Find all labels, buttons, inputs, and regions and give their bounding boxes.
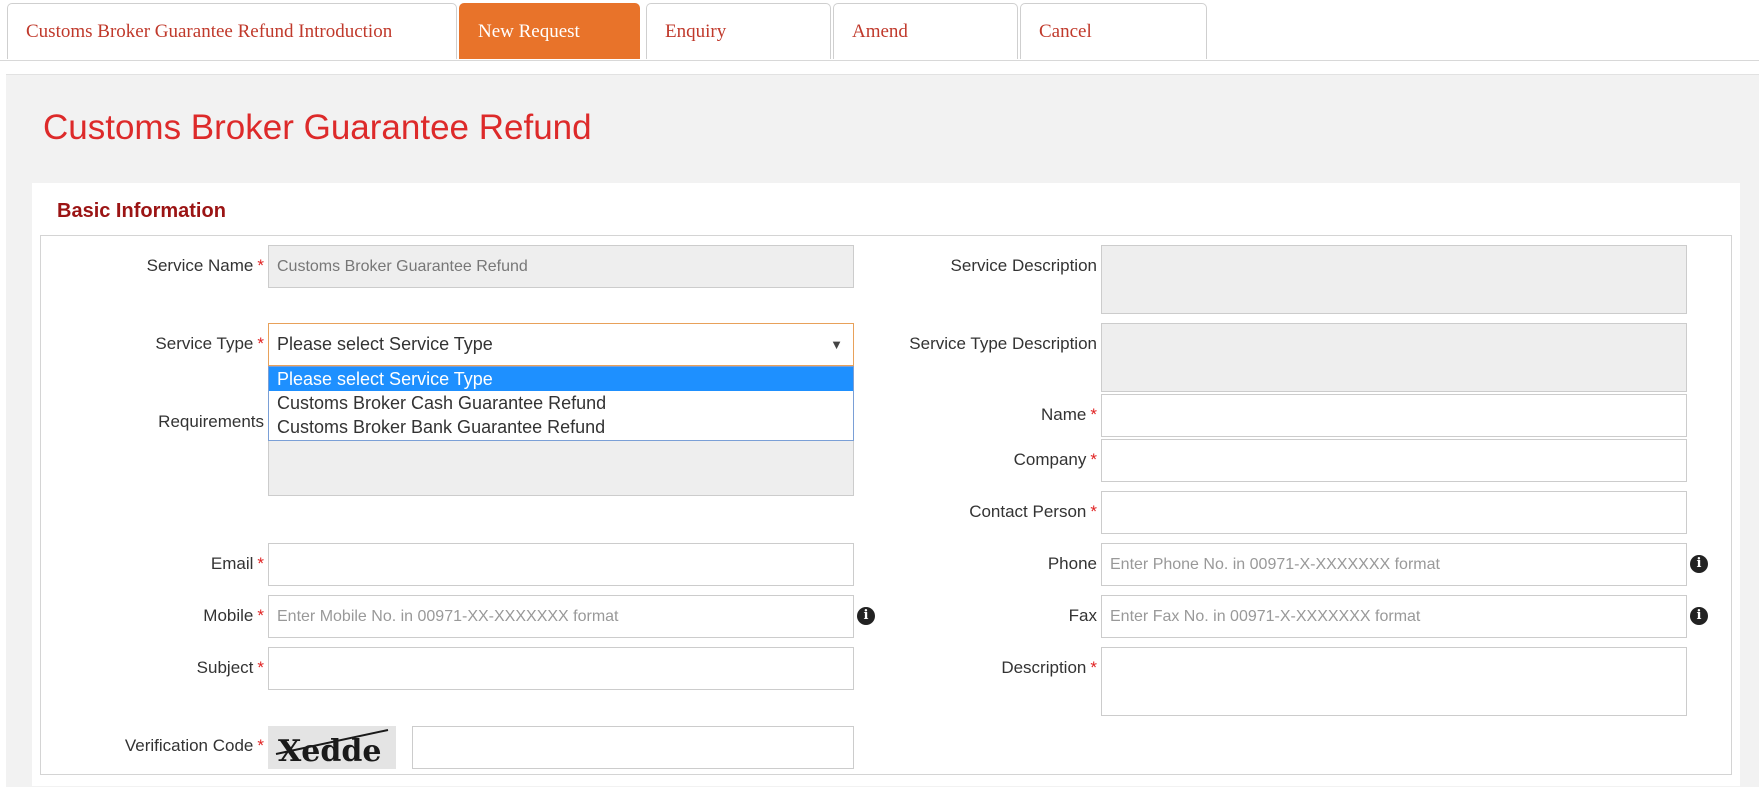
phone-label: Phone <box>1047 554 1097 573</box>
service-name-label: Service Name * <box>146 256 264 275</box>
info-icon[interactable]: i <box>1690 555 1708 573</box>
service-name-field: Customs Broker Guarantee Refund <box>268 245 854 288</box>
requirements-label: Requirements <box>158 412 264 431</box>
tab-cancel[interactable]: Cancel <box>1020 3 1207 59</box>
email-label: Email * <box>210 554 264 573</box>
info-icon[interactable]: i <box>1690 607 1708 625</box>
description-label: Description * <box>1001 658 1097 677</box>
name-label: Name * <box>1041 405 1097 424</box>
contact-person-label: Contact Person * <box>969 502 1097 521</box>
service-description-field <box>1101 245 1687 314</box>
tab-introduction[interactable]: Customs Broker Guarantee Refund Introduc… <box>7 3 457 59</box>
tab-new-request[interactable]: New Request <box>459 3 640 59</box>
service-type-option[interactable]: Customs Broker Bank Guarantee Refund <box>269 415 853 439</box>
service-type-dropdown: Please select Service Type Customs Broke… <box>268 366 854 441</box>
company-input[interactable] <box>1101 439 1687 482</box>
company-label: Company * <box>1013 450 1097 469</box>
chevron-down-icon: ▼ <box>830 337 843 352</box>
description-input[interactable] <box>1101 647 1687 716</box>
svg-text:Xedde: Xedde <box>278 734 381 769</box>
service-description-label: Service Description <box>950 256 1097 275</box>
tab-bar: Customs Broker Guarantee Refund Introduc… <box>0 0 1759 61</box>
captcha-image-art: Xedde <box>275 729 389 769</box>
verification-code-label: Verification Code * <box>124 736 264 755</box>
captcha-image: Xedde <box>268 726 396 769</box>
subject-label: Subject * <box>196 658 264 677</box>
service-type-option[interactable]: Please select Service Type <box>269 367 853 391</box>
service-type-description-field <box>1101 323 1687 392</box>
name-input[interactable] <box>1101 394 1687 437</box>
tab-enquiry[interactable]: Enquiry <box>646 3 831 59</box>
section-title: Basic Information <box>57 200 226 222</box>
service-type-description-label: Service Type Description <box>909 334 1097 353</box>
fax-label: Fax <box>1068 606 1097 625</box>
fax-input[interactable]: Enter Fax No. in 00971-X-XXXXXXX format <box>1101 595 1687 638</box>
info-icon[interactable]: i <box>857 607 875 625</box>
service-type-label: Service Type * <box>155 334 264 353</box>
verification-code-input[interactable] <box>412 726 854 769</box>
phone-input[interactable]: Enter Phone No. in 00971-X-XXXXXXX forma… <box>1101 543 1687 586</box>
contact-person-input[interactable] <box>1101 491 1687 534</box>
subject-input[interactable] <box>268 647 854 690</box>
mobile-label: Mobile * <box>203 606 264 625</box>
email-input[interactable] <box>268 543 854 586</box>
service-type-select[interactable]: Please select Service Type ▼ <box>268 323 854 366</box>
page-title: Customs Broker Guarantee Refund <box>43 108 592 147</box>
tab-amend[interactable]: Amend <box>833 3 1018 59</box>
requirements-field <box>268 440 854 496</box>
service-type-option[interactable]: Customs Broker Cash Guarantee Refund <box>269 391 853 415</box>
mobile-input[interactable]: Enter Mobile No. in 00971-XX-XXXXXXX for… <box>268 595 854 638</box>
